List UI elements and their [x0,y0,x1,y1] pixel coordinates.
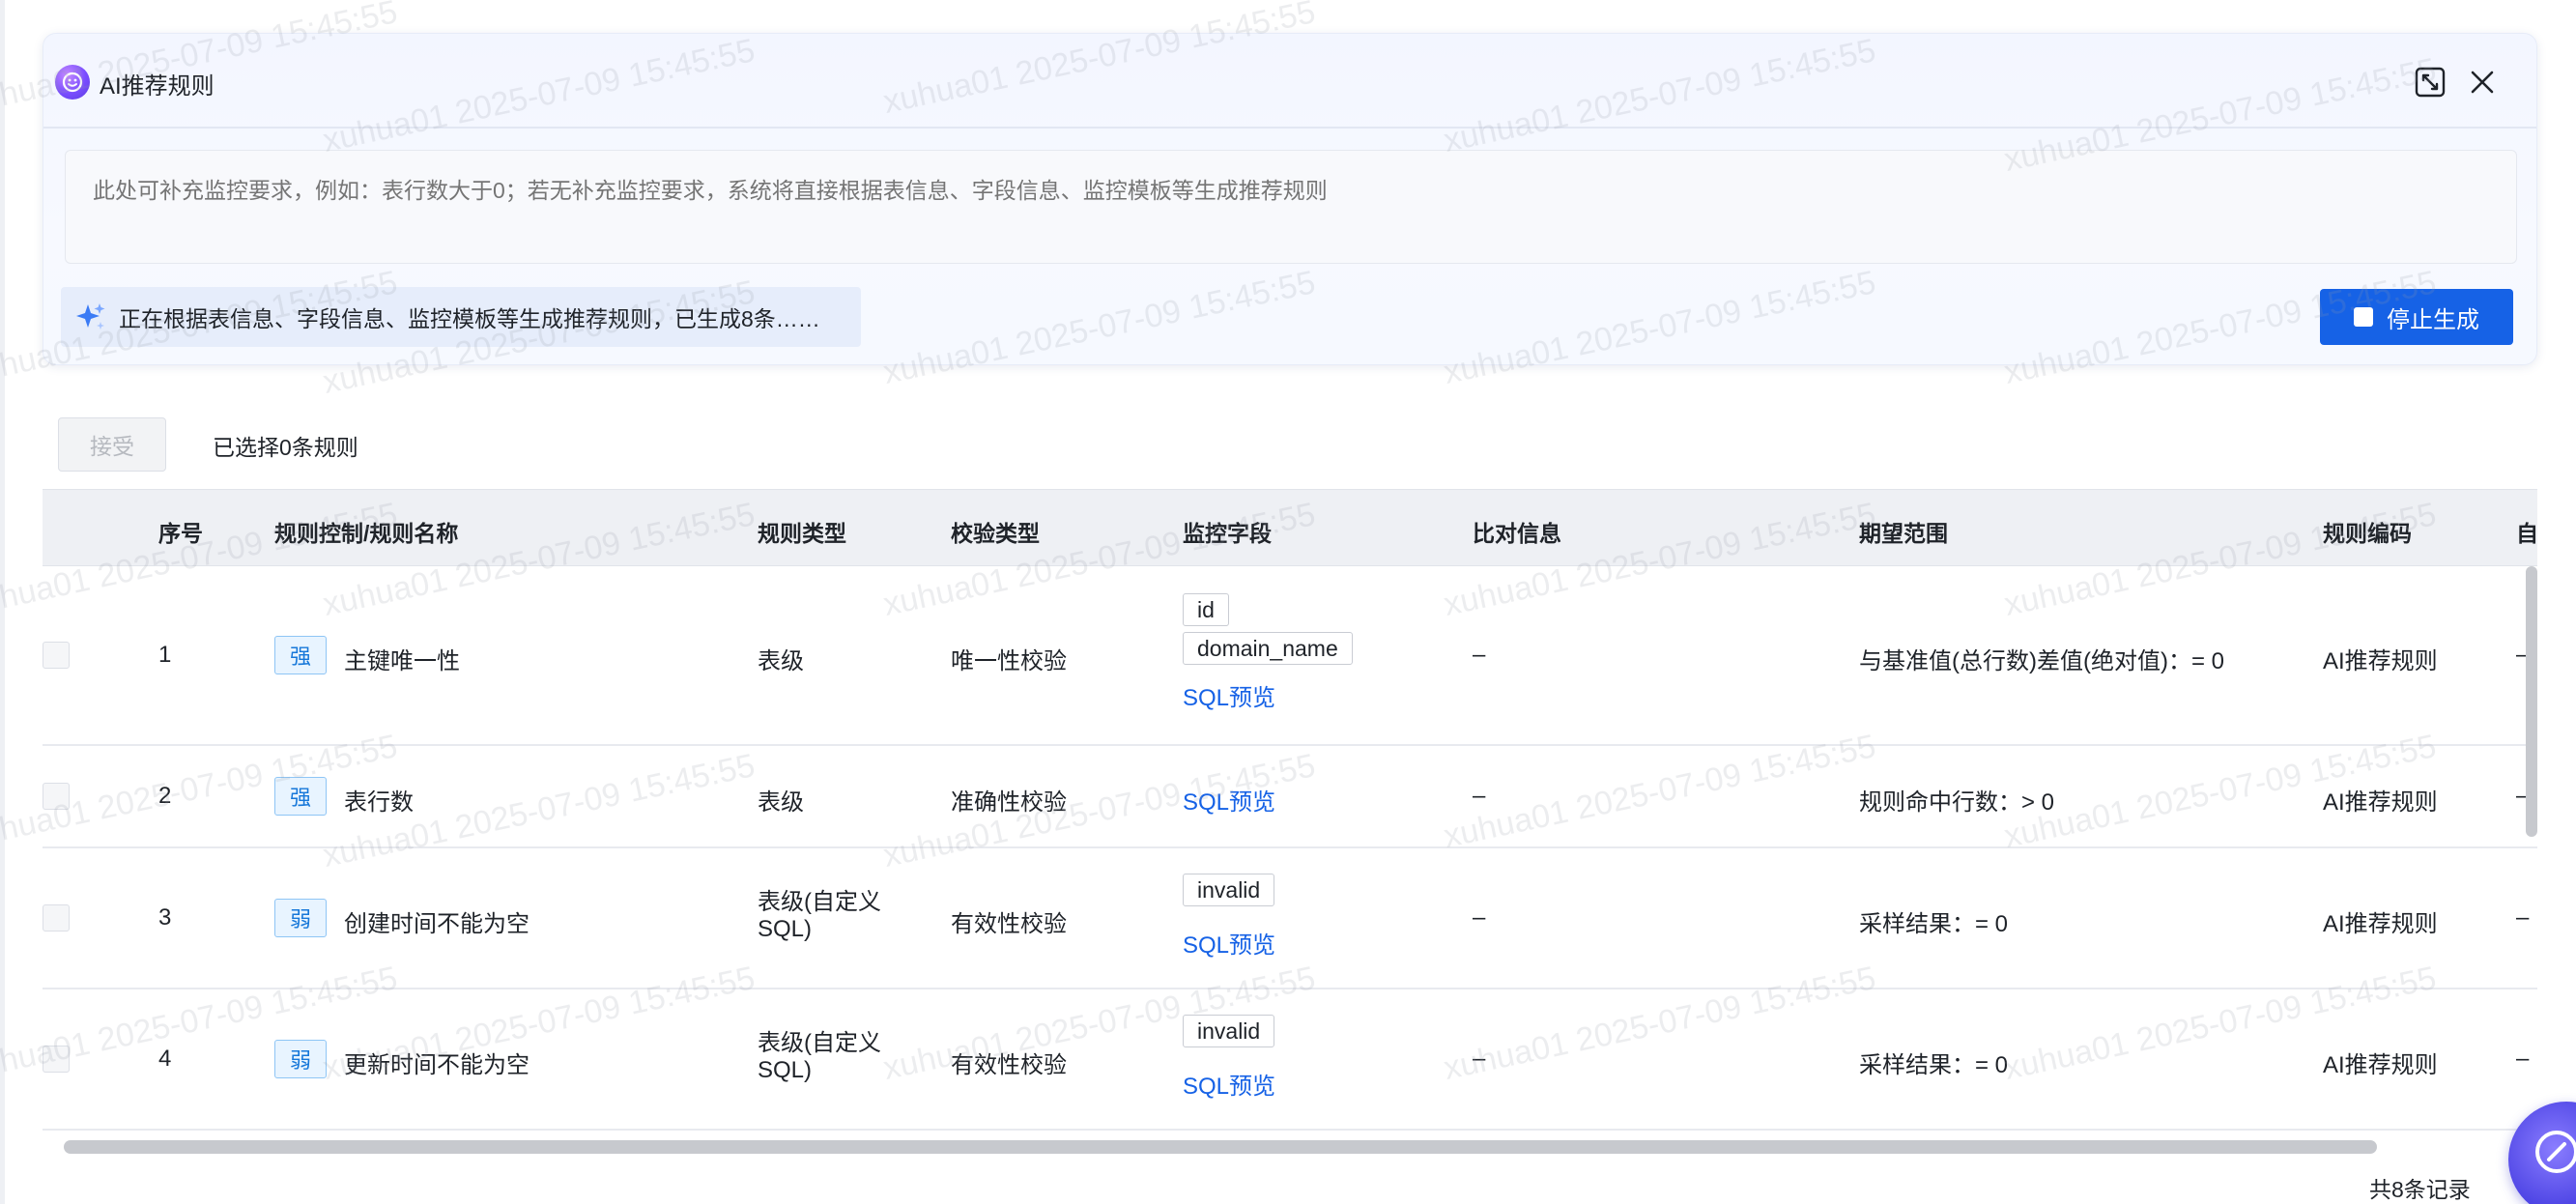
row-index: 3 [158,904,172,931]
page-left-edge [0,0,5,1204]
field-tag: id [1183,593,1229,626]
assistant-icon [2535,1131,2576,1173]
check-type: 准确性校验 [951,789,1067,816]
check-type: 有效性校验 [951,911,1067,937]
rule-type: 表级 [758,648,804,674]
collapse-icon[interactable] [2413,65,2447,100]
sql-preview-link[interactable]: SQL预览 [1183,678,1275,712]
table-row[interactable]: 3 弱 创建时间不能为空 表级(自定义SQL) 有效性校验 invalid SQ… [43,848,2537,989]
table-row[interactable]: 1 强 主键唯一性 表级 唯一性校验 id domain_name SQL预览 … [43,566,2537,746]
ai-logo-icon [55,65,90,100]
row-index: 1 [158,642,172,668]
sql-preview-link[interactable]: SQL预览 [1183,926,1275,960]
compare-info: – [1473,783,1486,809]
requirement-input[interactable] [65,150,2517,264]
row-index: 2 [158,783,172,809]
row-index: 4 [158,1046,172,1072]
row-checkbox[interactable] [43,642,70,669]
row-checkbox[interactable] [43,783,70,810]
expected-range: 规则命中行数：> 0 [1859,789,2055,816]
rule-type: 表级(自定义SQL) [758,889,881,942]
horizontal-scrollbar-thumb[interactable] [64,1140,2377,1154]
strength-tag: 弱 [274,899,327,937]
table-header: 序号 规则控制/规则名称 规则类型 校验类型 监控字段 比对信息 期望范围 规则… [43,489,2537,566]
generation-status: 正在根据表信息、字段信息、监控模板等生成推荐规则，已生成8条…… [61,287,861,347]
rules-table: 序号 规则控制/规则名称 规则类型 校验类型 监控字段 比对信息 期望范围 规则… [43,489,2537,1131]
extra-value: – [2516,1046,2530,1072]
check-type: 唯一性校验 [951,648,1067,674]
rule-type: 表级(自定义SQL) [758,1030,881,1083]
rule-name: 更新时间不能为空 [344,1052,530,1078]
header-index: 序号 [158,521,203,546]
expected-range: 与基准值(总行数)差值(绝对值)：= 0 [1859,648,2224,674]
compare-info: – [1473,1046,1486,1072]
header-monitor-field: 监控字段 [1183,521,1272,546]
row-checkbox[interactable] [43,904,70,932]
sql-preview-link[interactable]: SQL预览 [1183,783,1275,817]
header-check-type: 校验类型 [951,521,1040,546]
ai-panel-header: AI推荐规则 [43,34,2536,129]
rule-code: AI推荐规则 [2323,1052,2438,1078]
rule-code: AI推荐规则 [2323,911,2438,937]
header-rule-code: 规则编码 [2323,521,2412,546]
rule-type: 表级 [758,789,804,816]
extra-value: – [2516,904,2530,931]
strength-tag: 弱 [274,1040,327,1078]
expected-range: 采样结果：= 0 [1859,911,2009,937]
table-row[interactable]: 4 弱 更新时间不能为空 表级(自定义SQL) 有效性校验 invalid SQ… [43,989,2537,1131]
rule-code: AI推荐规则 [2323,789,2438,816]
header-extra: 自 [2516,521,2537,546]
horizontal-scrollbar[interactable] [64,1140,2383,1154]
strength-tag: 强 [274,636,327,674]
table-row[interactable]: 2 强 表行数 表级 准确性校验 SQL预览 – 规则命中行数：> 0 AI推荐… [43,746,2537,848]
check-type: 有效性校验 [951,1052,1067,1078]
close-icon[interactable] [2465,65,2500,100]
header-rule-name: 规则控制/规则名称 [274,521,459,546]
accept-button[interactable]: 接受 [58,417,166,472]
compare-info: – [1473,904,1486,931]
field-tag: invalid [1183,874,1275,906]
generation-status-text: 正在根据表信息、字段信息、监控模板等生成推荐规则，已生成8条…… [119,306,820,331]
strength-tag: 强 [274,777,327,816]
rule-name: 创建时间不能为空 [344,911,530,937]
expected-range: 采样结果：= 0 [1859,1052,2009,1078]
ai-panel-title: AI推荐规则 [100,73,215,100]
header-expected-range: 期望范围 [1859,521,1948,546]
header-rule-type: 规则类型 [758,521,846,546]
field-tag: domain_name [1183,632,1353,665]
vertical-scrollbar[interactable] [2526,566,2537,837]
field-tag: invalid [1183,1015,1275,1047]
ai-recommend-panel: AI推荐规则 正在根据表信息、字段信息、监控模板等生成推荐规则，已生成8条…… … [43,33,2537,365]
selected-count-text: 已选择0条规则 [213,435,358,460]
header-compare-info: 比对信息 [1473,521,1561,546]
row-checkbox[interactable] [43,1046,70,1073]
rule-name: 表行数 [344,789,414,816]
rule-name: 主键唯一性 [344,648,460,674]
rule-code: AI推荐规则 [2323,648,2438,674]
stop-generation-label: 停止生成 [2387,306,2479,333]
sparkle-icon [76,303,105,330]
total-records: 共8条记录 [2369,1177,2471,1202]
sql-preview-link[interactable]: SQL预览 [1183,1067,1275,1101]
compare-info: – [1473,642,1486,668]
stop-generation-button[interactable]: 停止生成 [2320,289,2513,345]
stop-icon [2354,307,2373,327]
